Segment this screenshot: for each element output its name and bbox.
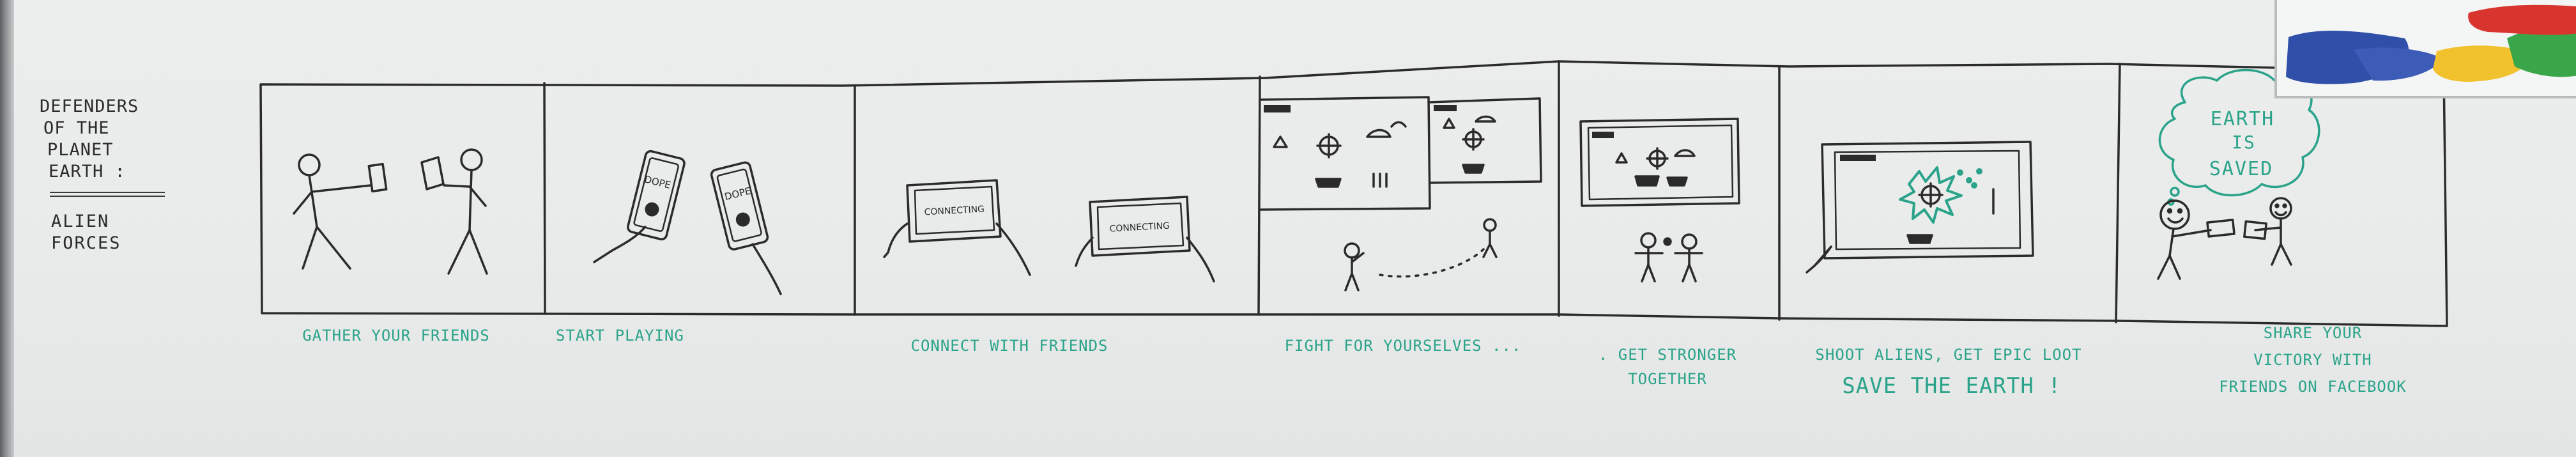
- strip-frame: [259, 60, 2448, 327]
- caption-panel-6: Shoot aliens, get epic loot: [1789, 343, 2108, 367]
- caption-panel-7-line-2: victory with: [2253, 351, 2372, 369]
- paint-strokes: [2286, 4, 2576, 84]
- color-sample-board: [2274, 0, 2576, 98]
- caption-panel-6-line-1: Shoot aliens, get epic loot: [1815, 346, 2082, 364]
- caption-panel-4: Fight for yourselves ...: [1262, 334, 1544, 358]
- caption-panel-2-line-1: Start playing: [556, 327, 684, 345]
- caption-panel-7: Share your victory with friends on Faceb…: [2153, 320, 2472, 400]
- whiteboard: Defenders of the Planet Earth : Alien Fo…: [0, 0, 2576, 457]
- speech-bubble-line-1: Earth: [2211, 108, 2274, 130]
- caption-panel-7-line-3: friends on Facebook: [2219, 378, 2407, 396]
- caption-panel-6-emphasis-line: Save the Earth !: [1842, 373, 2062, 399]
- caption-panel-1-line-1: Gather your friends: [302, 327, 490, 345]
- caption-panel-3: Connect with friends: [856, 334, 1163, 358]
- panel-6-drawing: [1805, 141, 2034, 274]
- panel-5-drawing: [1579, 118, 1740, 283]
- caption-panel-6-emphasis: Save the Earth !: [1808, 372, 2096, 400]
- caption-panel-5-line-2: together: [1628, 370, 1707, 388]
- caption-panel-3-line-1: Connect with friends: [910, 337, 1108, 355]
- speech-bubble-line-3: saved: [2209, 158, 2273, 180]
- caption-panel-7-line-1: Share your: [2263, 324, 2363, 342]
- panel-1-drawing: [293, 148, 488, 275]
- caption-panel-5-line-1: . Get stronger: [1598, 346, 1737, 364]
- phone-screen-label-1: DOPE: [643, 173, 672, 191]
- panel-2-drawing: [593, 150, 782, 295]
- panel-4-drawing: [1259, 96, 1542, 291]
- caption-panel-4-line-1: Fight for yourselves ...: [1284, 337, 1522, 355]
- caption-panel-5: . Get stronger together: [1552, 343, 1782, 391]
- caption-panel-1: Gather your friends: [268, 323, 524, 348]
- phone-screen-label-2: DOPE: [723, 185, 752, 203]
- tablet-screen-label-1: CONNECTING: [924, 205, 985, 218]
- tablet-screen-label-2: CONNECTING: [1109, 221, 1170, 235]
- speech-bubble-line-2: is: [2232, 132, 2256, 153]
- caption-panel-2: Start playing: [556, 323, 735, 348]
